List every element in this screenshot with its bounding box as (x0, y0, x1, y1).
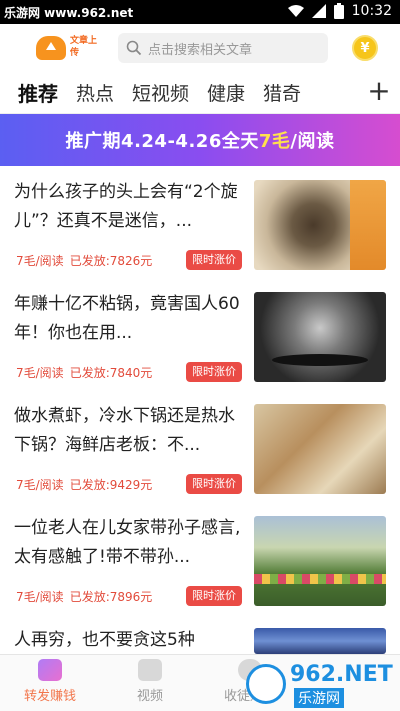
article-paid: 已发放:7840元 (69, 366, 153, 380)
article-title: 一位老人在儿女家带孙子感言,太有感触了!带不带孙... (14, 518, 241, 567)
price-tag-badge: 限时涨价 (186, 362, 242, 382)
signal-icon (311, 4, 326, 18)
article-thumbnail (254, 180, 386, 270)
article-title: 做水煮虾，冷水下锅还是热水下锅？海鲜店老板：不... (14, 406, 235, 455)
article-item[interactable]: 做水煮虾，冷水下锅还是热水下锅？海鲜店老板：不... 7毛/阅读 已发放:9429… (0, 392, 400, 504)
share-earn-icon (38, 659, 62, 681)
upload-icon (36, 36, 66, 60)
banner-highlight: 7毛 (258, 131, 291, 152)
video-icon (138, 659, 162, 681)
article-thumbnail (254, 404, 386, 494)
tab-curious[interactable]: 猎奇 (263, 79, 301, 106)
tab-health[interactable]: 健康 (207, 79, 245, 106)
article-title: 人再穷，也不要贪这5种 (14, 630, 195, 650)
article-paid: 已发放:9429元 (69, 478, 153, 492)
article-paid: 已发放:7896元 (69, 590, 153, 604)
nav-video[interactable]: 视频 (100, 659, 200, 704)
watermark-main: 962.NET (290, 662, 393, 687)
banner-suffix: /阅读 (290, 131, 335, 152)
status-site-text: 乐游网 www.962.net (4, 6, 134, 20)
article-item[interactable]: 一位老人在儿女家带孙子感言,太有感触了!带不带孙... 7毛/阅读 已发放:789… (0, 504, 400, 616)
article-rate: 7毛/阅读 (16, 590, 64, 604)
tab-hot[interactable]: 热点 (76, 79, 114, 106)
article-rate: 7毛/阅读 (16, 366, 64, 380)
upload-article-button[interactable]: 文章上传 (36, 34, 100, 62)
article-item[interactable]: 人再穷，也不要贪这5种 (0, 616, 400, 654)
status-bar: 乐游网 www.962.net 10:32 (0, 0, 400, 24)
watermark-sub: 乐游网 (294, 688, 344, 708)
price-tag-badge: 限时涨价 (186, 586, 242, 606)
watermark-logo-icon (246, 664, 286, 704)
nav-label: 转发赚钱 (23, 689, 76, 704)
banner-prefix: 推广期4.24-4.26全天 (65, 131, 259, 152)
coin-icon[interactable]: ¥ (352, 35, 378, 61)
article-title: 年赚十亿不粘锅，竟害国人60年！你也在用... (14, 294, 240, 343)
article-rate: 7毛/阅读 (16, 254, 64, 268)
status-time: 10:32 (351, 3, 392, 19)
app-header: 文章上传 点击搜索相关文章 ¥ (0, 24, 400, 72)
promo-banner[interactable]: 推广期4.24-4.26全天 7毛/阅读 (0, 114, 400, 166)
add-tab-button[interactable]: + (364, 77, 394, 107)
article-thumbnail (254, 516, 386, 606)
category-tabs: 推荐 热点 短视频 健康 猎奇 + (0, 72, 400, 114)
price-tag-badge: 限时涨价 (186, 474, 242, 494)
search-input[interactable]: 点击搜索相关文章 (118, 33, 328, 63)
article-item[interactable]: 为什么孩子的头上会有“2个旋儿”？还真不是迷信，... 7毛/阅读 已发放:782… (0, 168, 400, 280)
article-title: 为什么孩子的头上会有“2个旋儿”？还真不是迷信，... (14, 182, 238, 231)
price-tag-badge: 限时涨价 (186, 250, 242, 270)
article-paid: 已发放:7826元 (69, 254, 153, 268)
tab-recommend[interactable]: 推荐 (18, 78, 58, 107)
article-item[interactable]: 年赚十亿不粘锅，竟害国人60年！你也在用... 7毛/阅读 已发放:7840元 限… (0, 280, 400, 392)
battery-icon (333, 3, 344, 19)
search-icon (126, 40, 142, 56)
site-watermark: 962.NET 乐游网 (246, 660, 396, 708)
wifi-icon (287, 5, 304, 17)
article-thumbnail (254, 628, 386, 654)
article-thumbnail (254, 292, 386, 382)
nav-share-earn[interactable]: 转发赚钱 (0, 659, 100, 704)
logo-label: 文章上传 (70, 36, 98, 58)
search-placeholder: 点击搜索相关文章 (148, 42, 253, 58)
tab-short-video[interactable]: 短视频 (132, 79, 189, 106)
article-rate: 7毛/阅读 (16, 478, 64, 492)
nav-label: 视频 (136, 689, 163, 704)
